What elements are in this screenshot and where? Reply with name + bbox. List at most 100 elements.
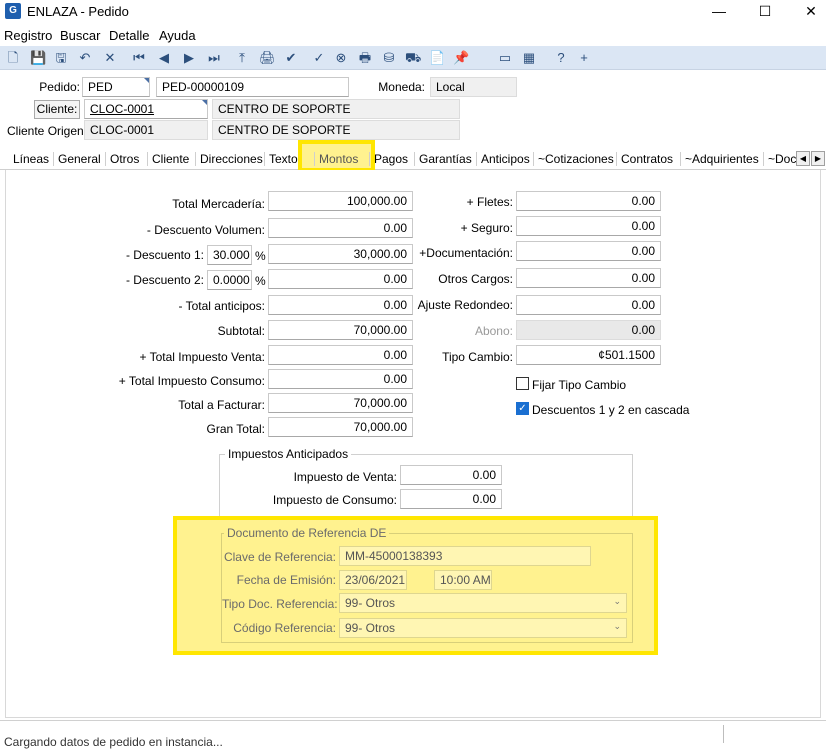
help-icon[interactable]: ? [553, 50, 569, 66]
fletes-label: + Fletes: [466, 195, 513, 209]
menu-bar: Registro Buscar Detalle Ayuda [0, 26, 826, 46]
maximize-button[interactable]: ☐ [742, 0, 788, 22]
otros-cargos-label: Otros Cargos: [438, 272, 513, 286]
clave-referencia-label: Clave de Referencia: [223, 550, 336, 564]
tab-cliente[interactable]: Cliente [152, 152, 189, 166]
cancel-icon[interactable]: ⊗ [333, 50, 349, 66]
documentacion-field[interactable]: 0.00 [516, 241, 661, 261]
tab-lineas[interactable]: Líneas [13, 152, 49, 166]
tipo-doc-referencia-label: Tipo Doc. Referencia: [222, 597, 338, 611]
delete-icon[interactable]: ✕ [102, 50, 118, 66]
tab-garantias[interactable]: Garantías [419, 152, 472, 166]
printer-icon[interactable]: 🖶 [357, 50, 373, 66]
total-facturar-field[interactable]: 70,000.00 [268, 393, 413, 413]
next-icon[interactable]: ▶ [181, 50, 197, 66]
cascada-label: Descuentos 1 y 2 en cascada [532, 403, 690, 417]
cliente-origen-code-field: CLOC-0001 [84, 120, 208, 140]
cliente-button[interactable]: Cliente: [34, 100, 80, 119]
moneda-label: Moneda: [378, 80, 425, 94]
pedido-number-field[interactable]: PED-00000109 [156, 77, 349, 97]
tab-cotizaciones[interactable]: ~Cotizaciones [538, 152, 614, 166]
tab-adquirientes[interactable]: ~Adquirientes [685, 152, 759, 166]
tab-texto[interactable]: Texto [269, 152, 298, 166]
tab-doc[interactable]: ~Doc [768, 152, 796, 166]
impuesto-anticipado-venta-label: Impuesto de Venta: [293, 470, 397, 484]
save-icon[interactable]: 💾 [30, 50, 46, 66]
menu-registro[interactable]: Registro [4, 28, 52, 43]
total-mercaderia-label: Total Mercadería: [172, 197, 265, 211]
print-preview-icon[interactable]: 🖨 [259, 50, 276, 66]
descuento1-field[interactable]: 30,000.00 [268, 244, 413, 264]
descuento1-pct-field[interactable]: 30.000 [207, 245, 252, 265]
seguro-field[interactable]: 0.00 [516, 216, 661, 236]
stamp-icon[interactable]: ⛁ [381, 50, 397, 66]
window-icon[interactable]: ▭ [497, 50, 513, 66]
minimize-button[interactable]: — [696, 0, 742, 22]
close-button[interactable]: ✕ [788, 0, 826, 22]
ajuste-field[interactable]: 0.00 [516, 295, 661, 315]
approve-icon[interactable]: ✔ [283, 50, 299, 66]
cliente-name-field: CENTRO DE SOPORTE [212, 99, 460, 119]
tab-anticipos[interactable]: Anticipos [481, 152, 530, 166]
fijar-tipo-cambio-label: Fijar Tipo Cambio [532, 378, 627, 392]
seguro-label: + Seguro: [460, 221, 513, 235]
descuento2-pct-field[interactable]: 0.0000 [207, 270, 252, 290]
fijar-tipo-cambio-checkbox[interactable] [516, 377, 529, 390]
cascada-checkbox[interactable]: ✓ [516, 402, 529, 415]
tab-scroll-left-icon[interactable]: ◀ [796, 151, 810, 166]
descuento-volumen-field[interactable]: 0.00 [268, 218, 413, 238]
total-mercaderia-field[interactable]: 100,000.00 [268, 191, 413, 211]
tab-scroll-right-icon[interactable]: ▶ [811, 151, 825, 166]
impuesto-anticipado-venta-field[interactable]: 0.00 [400, 465, 502, 485]
checkmark-icon[interactable]: ✓ [311, 50, 327, 66]
descuento2-field[interactable]: 0.00 [268, 269, 413, 289]
impuesto-consumo-field[interactable]: 0.00 [268, 369, 413, 389]
add-icon[interactable]: + [576, 50, 592, 66]
tipo-cambio-field[interactable]: ¢501.1500 [516, 345, 661, 365]
cliente-code-field[interactable]: CLOC-0001 [84, 99, 208, 119]
tab-separator [680, 152, 681, 166]
otros-cargos-field[interactable]: 0.00 [516, 268, 661, 288]
impuesto-venta-field[interactable]: 0.00 [268, 345, 413, 365]
first-icon[interactable]: ⏮ [131, 50, 147, 66]
subtotal-field[interactable]: 70,000.00 [268, 320, 413, 340]
fletes-field[interactable]: 0.00 [516, 191, 661, 211]
total-anticipos-field[interactable]: 0.00 [268, 295, 413, 315]
tab-general[interactable]: General [58, 152, 101, 166]
new-icon[interactable]: 🗋 [5, 50, 21, 66]
impuesto-anticipado-consumo-field[interactable]: 0.00 [400, 489, 502, 509]
tab-separator [414, 152, 415, 166]
impuesto-consumo-label: + Total Impuesto Consumo: [118, 374, 265, 388]
tab-contratos[interactable]: Contratos [621, 152, 673, 166]
tab-montos[interactable]: Montos [319, 152, 358, 166]
app-logo-icon: G [5, 3, 21, 19]
truck-icon[interactable]: ⛟ [405, 50, 421, 66]
cliente-origen-name-field: CENTRO DE SOPORTE [212, 120, 460, 140]
gran-total-field[interactable]: 70,000.00 [268, 417, 413, 437]
window-title: ENLAZA - Pedido [27, 4, 129, 19]
prev-icon[interactable]: ◀ [156, 50, 172, 66]
cliente-origen-label: Cliente Origen: [7, 124, 88, 138]
last-icon[interactable]: ⏭ [206, 50, 222, 66]
menu-detalle[interactable]: Detalle [109, 28, 149, 43]
pct-symbol: % [255, 249, 266, 263]
menu-ayuda[interactable]: Ayuda [159, 28, 196, 43]
stats-icon[interactable]: ▦ [521, 50, 537, 66]
status-divider [723, 725, 724, 743]
tab-otros[interactable]: Otros [110, 152, 139, 166]
descuento-volumen-label: - Descuento Volumen: [146, 223, 265, 237]
pin-icon[interactable]: 📌 [453, 50, 469, 66]
undo-icon[interactable]: ↶ [77, 50, 93, 66]
document-icon[interactable]: 📄 [429, 50, 445, 66]
upload-icon[interactable]: ⤒ [234, 50, 250, 66]
tab-direcciones[interactable]: Direcciones [200, 152, 263, 166]
codigo-referencia-label: Código Referencia: [233, 621, 336, 635]
save-close-icon[interactable]: 🖫 [53, 50, 69, 66]
pedido-type-field[interactable]: PED [82, 77, 150, 97]
documentacion-label: +Documentación: [419, 246, 513, 260]
menu-buscar[interactable]: Buscar [60, 28, 100, 43]
status-text: Cargando datos de pedido en instancia... [4, 735, 223, 749]
tab-separator [369, 152, 370, 166]
ajuste-label: Ajuste Redondeo: [417, 298, 513, 312]
tab-pagos[interactable]: Pagos [374, 152, 408, 166]
